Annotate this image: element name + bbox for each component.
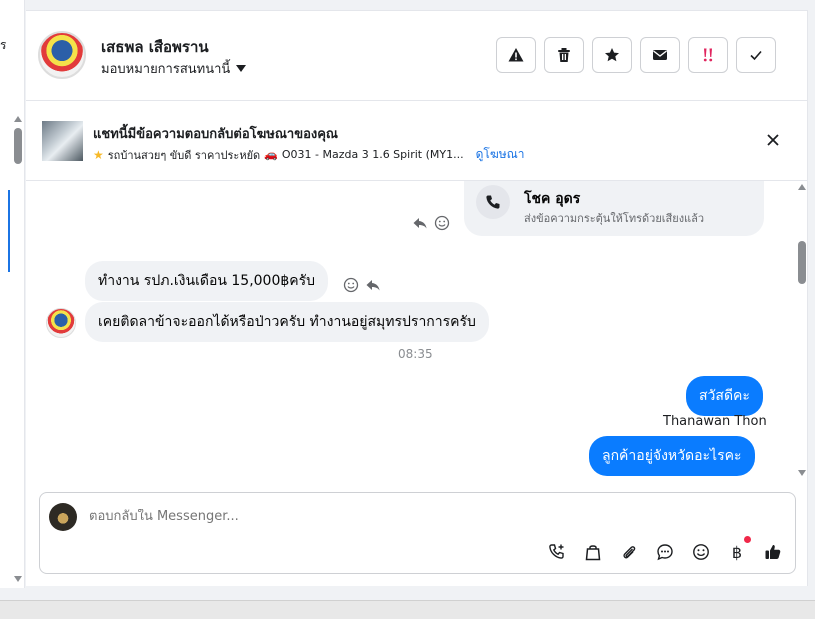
call-prompt-card: โชค อุดร ส่งข้อความกระตุ้นให้โทรด้วยเสีย… — [464, 181, 764, 236]
assign-label: มอบหมายการสนทนานี้ — [101, 62, 231, 77]
incoming-message[interactable]: เคยติดลาข้าจะออกได้หรือป่าวครับ ทำงานอยู… — [85, 302, 489, 342]
contact-avatar-small[interactable] — [46, 308, 76, 338]
shop-button[interactable] — [582, 541, 604, 563]
conversation-header: เสธพล เสือพราน มอบหมายการสนทนานี้ — [26, 11, 808, 101]
emoji-icon — [693, 544, 709, 560]
close-banner-button[interactable] — [764, 131, 782, 149]
conversation-panel: เสธพล เสือพราน มอบหมายการสนทนานี้ แชทนี้… — [26, 10, 808, 586]
follow-up-button[interactable] — [688, 37, 728, 73]
ad-reply-banner: แชทนี้มีข้อความตอบกลับต่อโฆษณาของคุณ ★ ร… — [26, 101, 808, 181]
reply-icon[interactable] — [365, 277, 381, 293]
car-emoji-icon: 🚗 — [264, 148, 278, 161]
baht-icon: ฿ — [731, 542, 743, 562]
delete-button[interactable] — [544, 37, 584, 73]
message-thread-scrollbar[interactable] — [795, 180, 809, 480]
paperclip-icon — [623, 546, 636, 559]
call-card-subtitle: ส่งข้อความกระตุ้นให้โทรด้วยเสียงแล้ว — [524, 212, 705, 225]
notification-dot — [744, 536, 751, 543]
shopping-bag-icon — [585, 545, 601, 561]
message-actions — [343, 277, 381, 293]
phone-icon — [476, 185, 510, 219]
message-thread: โชค อุดร ส่งข้อความกระตุ้นให้โทรด้วยเสีย… — [26, 181, 808, 491]
window-bottom-edge — [0, 600, 815, 619]
message-actions — [412, 215, 450, 231]
scrollbar-thumb[interactable] — [798, 241, 806, 284]
truncated-list-text: ร — [0, 38, 7, 52]
mark-done-button[interactable] — [736, 37, 776, 73]
envelope-icon — [653, 50, 667, 60]
emoji-react-icon[interactable] — [434, 215, 450, 231]
emoji-button[interactable] — [690, 541, 712, 563]
star-icon — [605, 48, 619, 62]
chevron-down-icon — [236, 65, 247, 72]
emoji-react-icon[interactable] — [343, 277, 359, 293]
thumbs-up-icon — [765, 545, 781, 559]
reply-input[interactable] — [89, 509, 739, 524]
outgoing-message[interactable]: ลูกค้าอยู่จังหวัดอะไรคะ — [589, 436, 755, 476]
reply-icon[interactable] — [412, 215, 428, 231]
star-button[interactable] — [592, 37, 632, 73]
incoming-message[interactable]: ทำงาน รปภ.เงินเดือน 15,000฿ครับ — [85, 261, 329, 301]
close-icon — [767, 134, 779, 146]
view-ad-link[interactable]: ดูโฆษณา — [476, 145, 525, 164]
follow-up-icon — [703, 48, 713, 62]
ad-banner-subtitle: ★ รถบ้านสวยๆ ขับดี ราคาประหยัด 🚗 O031 - … — [93, 145, 525, 164]
agent-name-label: Thanawan Thon — [663, 414, 767, 429]
conversation-actions-toolbar — [496, 37, 776, 73]
conversation-list-edge: ร — [0, 0, 25, 588]
ad-banner-title: แชทนี้มีข้อความตอบกลับต่อโฆษณาของคุณ — [93, 127, 338, 142]
call-card-title: โชค อุดร — [524, 191, 581, 207]
scroll-up-arrow-icon[interactable] — [798, 184, 806, 190]
reply-composer: ฿ — [39, 492, 796, 574]
warning-icon — [508, 48, 524, 62]
payment-button[interactable]: ฿ — [726, 536, 751, 563]
ad-thumbnail[interactable] — [42, 121, 83, 161]
scrollbar-thumb[interactable] — [14, 128, 22, 164]
ad-detail-text: O031 - Mazda 3 1.6 Spirit (MY1... — [281, 148, 464, 161]
page-avatar — [49, 503, 77, 531]
messenger-inbox-window: ร เสธพล เสือพราน มอบหมายการสนทนานี้ แชทน… — [0, 0, 815, 619]
mark-unread-button[interactable] — [640, 37, 680, 73]
scroll-up-arrow-icon[interactable] — [14, 116, 22, 122]
attach-button[interactable] — [618, 541, 640, 563]
contact-avatar[interactable] — [38, 31, 86, 79]
active-conversation-indicator — [8, 190, 10, 272]
outgoing-message[interactable]: สวัสดีคะ — [686, 376, 763, 416]
like-button[interactable] — [762, 541, 784, 563]
conversation-list-scrollbar[interactable] — [11, 112, 25, 586]
ad-subtitle-text: รถบ้านสวยๆ ขับดี ราคาประหยัด — [107, 148, 261, 162]
contact-name[interactable]: เสธพล เสือพราน — [101, 35, 209, 59]
message-timestamp: 08:35 — [398, 347, 433, 361]
trash-icon — [558, 48, 570, 62]
voice-call-button[interactable] — [546, 541, 568, 563]
chat-bubble-icon — [657, 544, 673, 561]
checkmark-icon — [750, 50, 762, 61]
scroll-down-arrow-icon[interactable] — [14, 576, 22, 582]
phone-plus-icon — [549, 544, 564, 559]
scroll-down-arrow-icon[interactable] — [798, 470, 806, 476]
composer-toolbar: ฿ — [546, 536, 784, 563]
assign-conversation-dropdown[interactable]: มอบหมายการสนทนานี้ — [101, 58, 247, 79]
star-emoji-icon: ★ — [93, 147, 104, 162]
report-spam-button[interactable] — [496, 37, 536, 73]
saved-replies-button[interactable] — [654, 541, 676, 563]
